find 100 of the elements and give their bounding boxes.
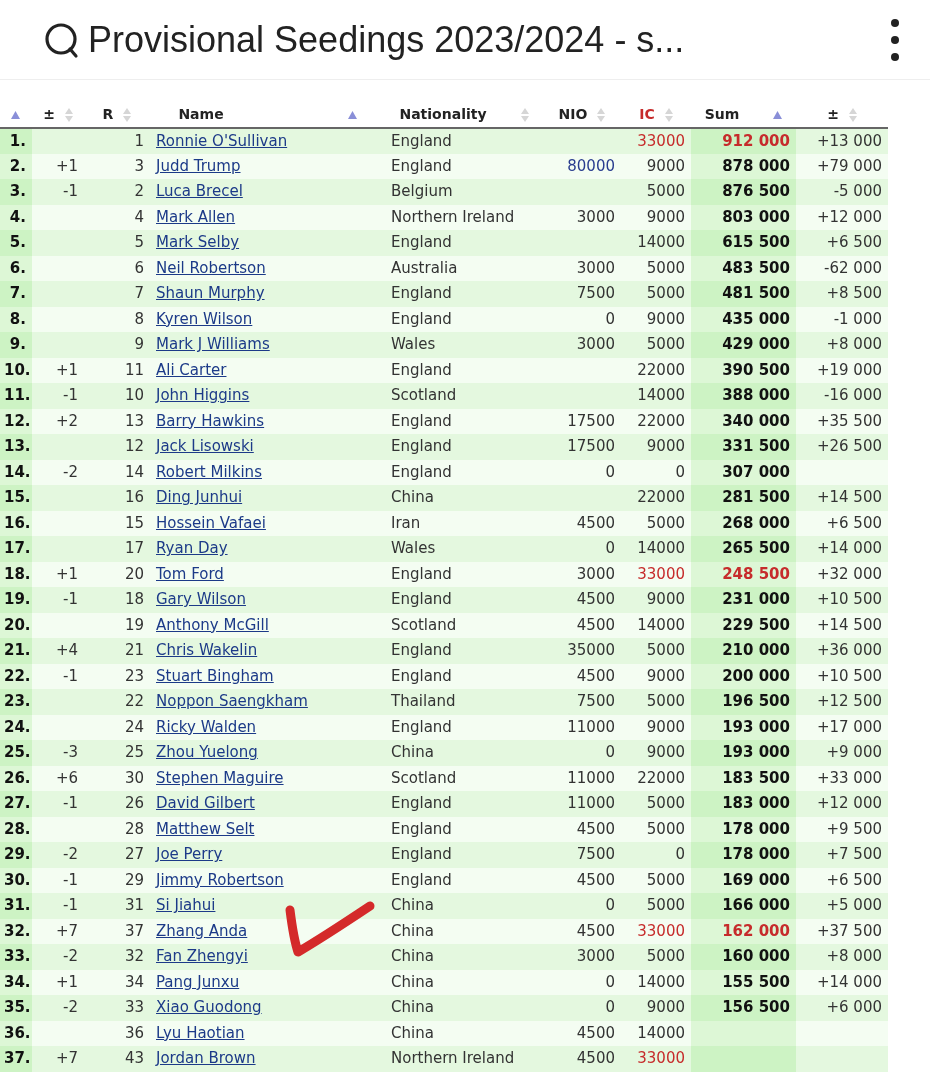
table-cell: 5000	[646, 896, 685, 915]
table-cell: +7 500	[826, 845, 882, 864]
table-cell: 4	[134, 207, 144, 226]
table-cell: 31	[124, 896, 144, 915]
column-header[interactable]: R	[102, 104, 114, 125]
player-link[interactable]: Si Jiahui	[156, 896, 216, 915]
table-cell: Belgium	[391, 182, 453, 201]
table-cell: +14 000	[816, 972, 882, 991]
table-cell: 33	[124, 998, 144, 1017]
table-cell: +14 500	[816, 488, 882, 507]
table-cell: 0	[605, 309, 615, 328]
table-cell: 196 500	[722, 692, 790, 711]
rank-number: 25.	[4, 743, 31, 762]
table-cell: 8	[134, 309, 144, 328]
column-header[interactable]: IC	[639, 104, 655, 125]
table-cell: +19 000	[816, 360, 882, 379]
table-cell: +9 500	[826, 819, 882, 838]
table-cell: Scotland	[391, 615, 457, 634]
table-cell: 200 000	[722, 666, 790, 685]
table-cell: 30	[124, 768, 144, 787]
table-cell: 912 000	[722, 131, 790, 150]
rank-number: 24.	[4, 717, 31, 736]
table-cell: 5000	[646, 335, 685, 354]
table-cell: England	[391, 309, 452, 328]
table-cell: 9000	[646, 437, 685, 456]
table-cell: 9000	[646, 998, 685, 1017]
table-cell: +37 500	[816, 921, 882, 940]
table-cell: England	[391, 411, 452, 430]
table-cell: -5 000	[833, 182, 882, 201]
table-cell: 0	[605, 896, 615, 915]
sort-ascending-icon[interactable]	[347, 110, 357, 119]
rank-number: 29.	[4, 845, 31, 864]
table-cell: China	[391, 488, 434, 507]
table-cell: 20	[124, 564, 144, 583]
table-cell: 14000	[637, 386, 685, 405]
table-cell: 11000	[567, 794, 615, 813]
table-cell: 28	[124, 819, 144, 838]
table-cell: 14000	[637, 233, 685, 252]
table-cell: 307 000	[722, 462, 790, 481]
table-cell: 14	[124, 462, 144, 481]
table-cell: England	[391, 284, 452, 303]
table-cell: 23	[124, 666, 144, 685]
sort-ascending-icon[interactable]	[10, 111, 20, 119]
table-cell: 4500	[576, 819, 615, 838]
table-cell: +7	[55, 921, 78, 940]
table-cell: 24	[124, 717, 144, 736]
table-cell: 9000	[646, 590, 685, 609]
table-cell: 265 500	[722, 539, 790, 558]
table-cell: +17 000	[816, 717, 882, 736]
column-header[interactable]: ±	[43, 104, 55, 125]
table-cell: 4500	[576, 513, 615, 532]
table-cell: +32 000	[816, 564, 882, 583]
table-cell: 13	[124, 411, 144, 430]
table-cell: 12	[124, 437, 144, 456]
table-cell: 9000	[646, 743, 685, 762]
table-cell: 5000	[646, 692, 685, 711]
sort-icon[interactable]	[520, 107, 529, 122]
table-cell: 9	[134, 335, 144, 354]
table-cell: China	[391, 972, 434, 991]
table-cell: 5000	[646, 182, 685, 201]
table-cell: 435 000	[722, 309, 790, 328]
table-cell: 25	[124, 743, 144, 762]
column-header[interactable]: Name	[178, 104, 224, 125]
table-cell: 11000	[567, 768, 615, 787]
table-cell: 5000	[646, 284, 685, 303]
column-header[interactable]: Sum	[704, 104, 740, 125]
table-cell: 0	[605, 462, 615, 481]
table-cell: England	[391, 845, 452, 864]
table-cell: 429 000	[722, 335, 790, 354]
table-cell: 4500	[576, 1049, 615, 1068]
table-cell: 0	[675, 845, 685, 864]
table-cell: 331 500	[722, 437, 790, 456]
table-cell: 5000	[646, 819, 685, 838]
table-cell: 183 000	[722, 794, 790, 813]
search-icon[interactable]	[44, 20, 80, 59]
sort-icon[interactable]	[848, 107, 857, 122]
menu-icon[interactable]	[890, 17, 900, 62]
rank-number: 36.	[4, 1023, 31, 1042]
rank-number: 4.	[9, 207, 26, 226]
column-header[interactable]: NIO	[558, 104, 588, 125]
table-cell: China	[391, 998, 434, 1017]
table-cell: 0	[675, 462, 685, 481]
column-header[interactable]: Nationality	[399, 104, 487, 125]
sort-icon[interactable]	[123, 107, 132, 122]
table-cell: 210 000	[722, 641, 790, 660]
table-cell: 80000	[567, 156, 615, 175]
rank-number: 37.	[4, 1049, 31, 1068]
table-cell: 166 000	[722, 896, 790, 915]
sort-icon[interactable]	[664, 107, 673, 122]
rank-number: 34.	[4, 972, 31, 991]
sort-ascending-icon[interactable]	[773, 110, 783, 119]
rank-number: 7.	[9, 284, 26, 303]
rank-number: 26.	[4, 768, 31, 787]
table-cell: 34	[124, 972, 144, 991]
column-header[interactable]: ±	[827, 104, 839, 125]
rank-number: 20.	[4, 615, 31, 634]
sort-icon[interactable]	[597, 107, 606, 122]
sort-icon[interactable]	[64, 107, 73, 122]
table-cell: 0	[605, 743, 615, 762]
table-cell: England	[391, 590, 452, 609]
